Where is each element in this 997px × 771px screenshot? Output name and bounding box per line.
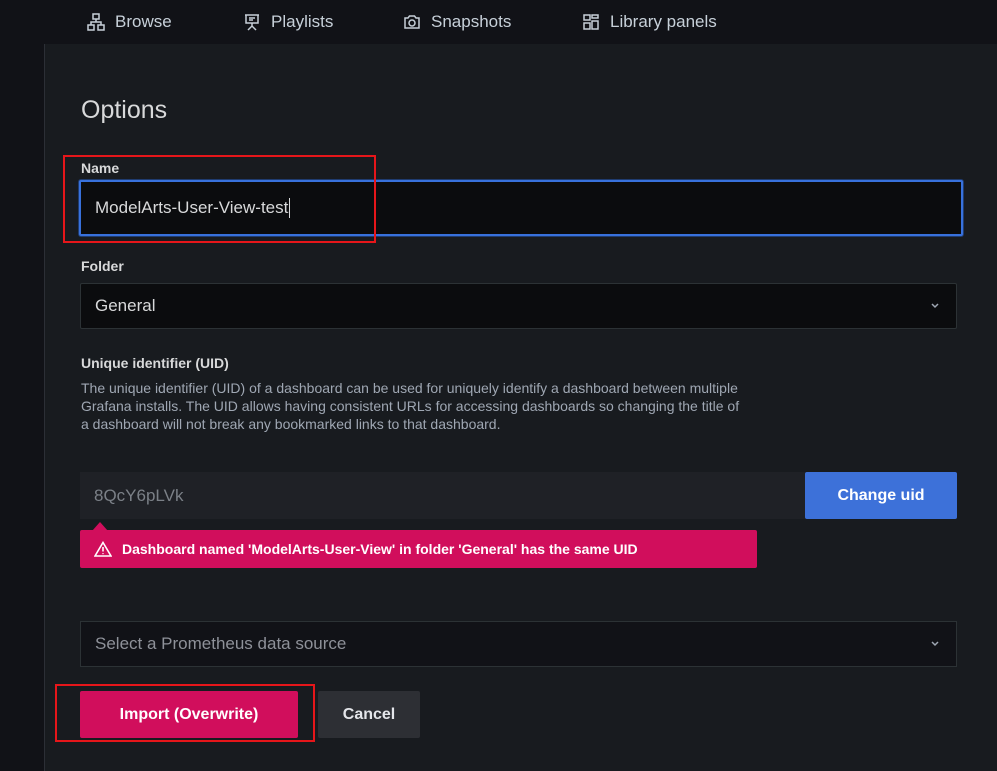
tab-browse-label: Browse [115, 12, 172, 31]
chevron-down-icon [931, 303, 939, 309]
sitemap-icon [87, 13, 105, 31]
folder-select[interactable]: General [80, 283, 957, 329]
top-navigation: Browse Playlists Snapshots Library panel… [0, 0, 997, 44]
tab-library-panels-label: Library panels [610, 12, 717, 31]
change-uid-button[interactable]: Change uid [805, 472, 957, 519]
tab-playlists[interactable]: Playlists [243, 12, 333, 32]
tab-snapshots[interactable]: Snapshots [403, 12, 511, 32]
tab-playlists-label: Playlists [271, 12, 334, 31]
datasource-placeholder: Select a Prometheus data source [95, 634, 347, 653]
uid-label: Unique identifier (UID) [81, 355, 229, 371]
import-highlight-box [55, 684, 315, 742]
tab-snapshots-label: Snapshots [431, 12, 512, 31]
uid-description: The unique identifier (UID) of a dashboa… [81, 380, 740, 432]
presentation-icon [245, 14, 259, 31]
uid-input: 8QcY6pLVk [80, 472, 805, 519]
datasource-select[interactable]: Select a Prometheus data source [80, 621, 957, 667]
left-edge [0, 0, 22, 771]
folder-label: Folder [81, 258, 124, 274]
cancel-button[interactable]: Cancel [318, 691, 420, 738]
tab-library-panels[interactable]: Library panels [582, 12, 717, 32]
uid-input-value: 8QcY6pLVk [94, 485, 184, 505]
folder-select-value: General [95, 296, 156, 315]
uid-conflict-alert: Dashboard named 'ModelArts-User-View' in… [80, 530, 757, 568]
warning-icon [94, 541, 112, 557]
chevron-down-icon [931, 641, 939, 647]
name-highlight-box [63, 155, 376, 243]
tab-browse[interactable]: Browse [87, 12, 172, 32]
options-title: Options [81, 96, 168, 124]
camera-icon [404, 15, 420, 29]
library-panels-icon [583, 14, 599, 30]
alert-text: Dashboard named 'ModelArts-User-View' in… [122, 541, 638, 557]
